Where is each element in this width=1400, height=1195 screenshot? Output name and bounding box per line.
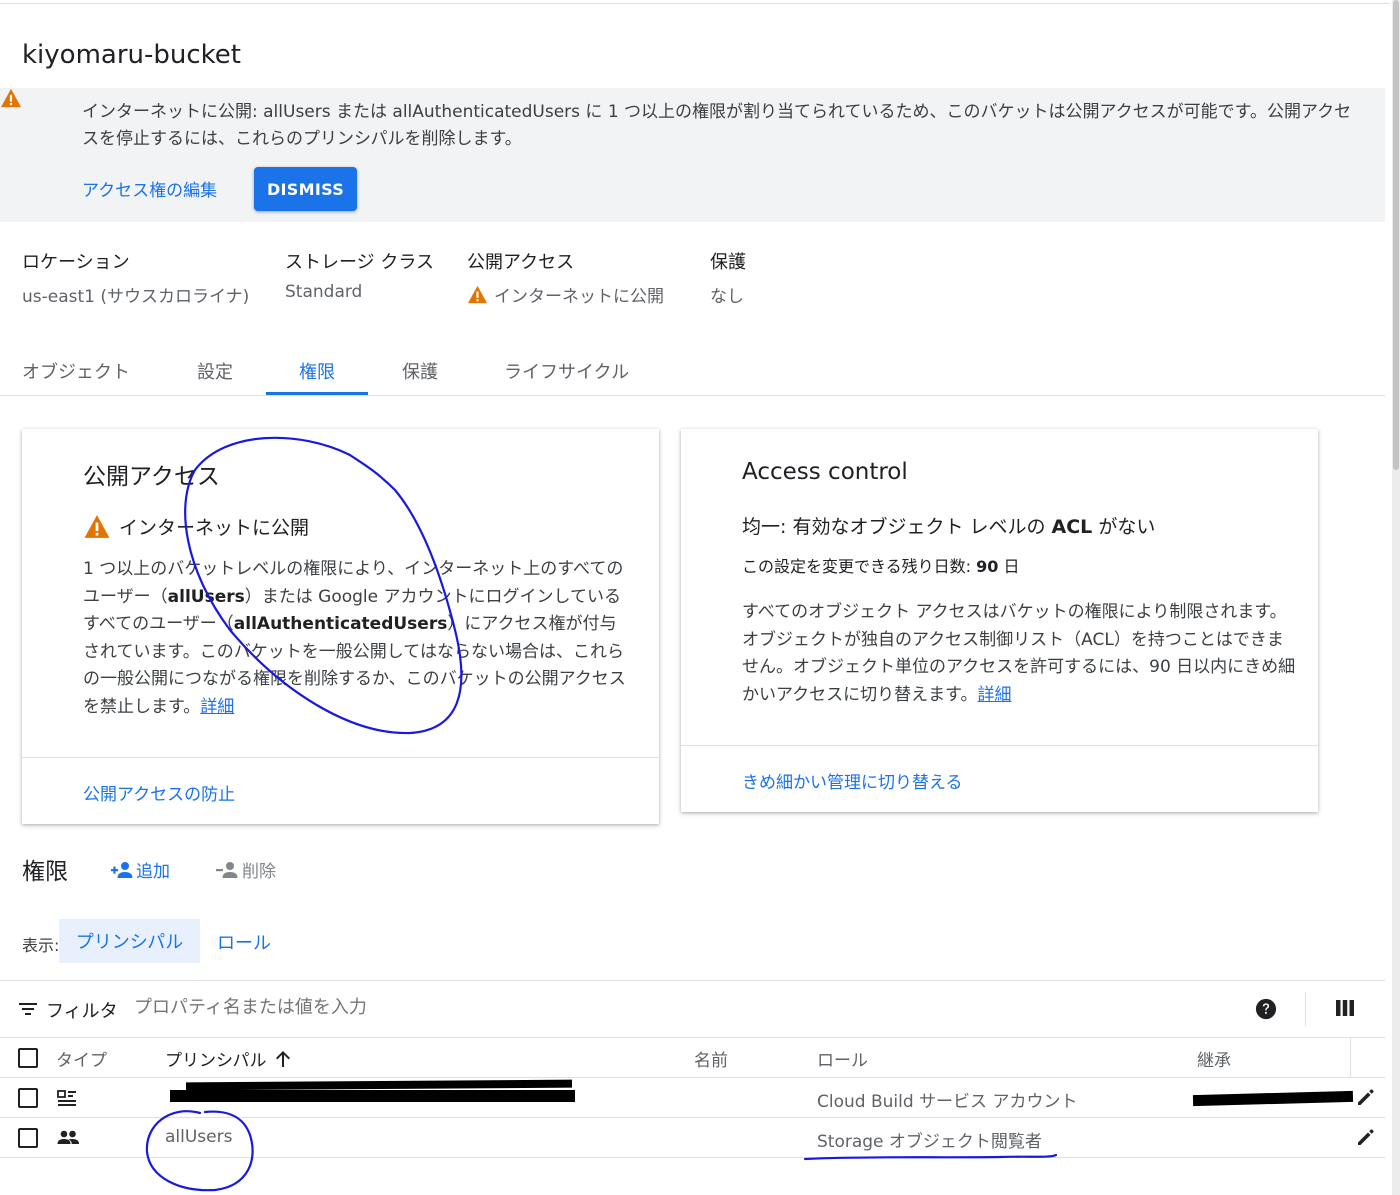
bucket-title: kiyomaru-bucket	[22, 40, 241, 70]
column-header-principal-label: プリンシパル	[165, 1051, 267, 1071]
permissions-title: 権限	[22, 859, 68, 885]
switch-to-fine-grained-button[interactable]: きめ細かい管理に切り替える	[742, 768, 963, 793]
tabs-divider	[0, 395, 1385, 396]
prevent-public-access-button[interactable]: 公開アクセスの防止	[83, 780, 235, 805]
card-divider	[22, 757, 659, 758]
protection-value: なし	[710, 287, 744, 307]
days-count: 90	[976, 557, 999, 576]
remove-principal-label: 削除	[242, 862, 276, 882]
public-access-status: インターネットに公開	[494, 287, 664, 307]
scrollbar-thumb[interactable]	[1393, 0, 1399, 470]
access-control-details-link[interactable]: 詳細	[977, 685, 1011, 705]
add-person-icon	[111, 861, 133, 878]
protection-label: 保護	[710, 252, 746, 273]
column-separator	[1350, 1038, 1351, 1078]
row-divider	[0, 1157, 1385, 1158]
warning-icon	[1, 88, 21, 108]
location-value: us-east1 (サウスカロライナ)	[22, 287, 250, 307]
view-by-principal-button[interactable]: プリンシパル	[59, 919, 200, 963]
days-text: 日	[998, 557, 1020, 576]
help-icon[interactable]	[1255, 998, 1277, 1020]
tab-lifecycle[interactable]: ライフサイクル	[504, 358, 629, 384]
remove-person-icon	[216, 861, 238, 878]
access-control-mode: 均一: 有効なオブジェクト レベルの ACL がない	[742, 512, 1155, 539]
principal-cell[interactable]: allUsers	[165, 1127, 232, 1147]
table-header-divider	[0, 1037, 1385, 1038]
tab-objects[interactable]: オブジェクト	[22, 358, 130, 384]
mode-text: 均一: 有効なオブジェクト レベルの	[742, 516, 1052, 538]
filter-icon[interactable]	[18, 1001, 38, 1017]
filter-divider	[0, 980, 1385, 981]
edit-icon[interactable]	[1356, 1087, 1376, 1107]
body-text: すべてのオブジェクト アクセスはバケットの権限により制限されます。オブジェクトが…	[742, 602, 1296, 705]
edit-icon[interactable]	[1356, 1127, 1376, 1147]
service-account-icon	[57, 1090, 76, 1106]
public-access-label: 公開アクセス	[467, 252, 575, 273]
column-display-icon[interactable]	[1336, 1000, 1354, 1016]
public-access-card: 公開アクセス インターネットに公開 1 つ以上のバケットレベルの権限により、イン…	[22, 429, 659, 824]
edit-access-link[interactable]: アクセス権の編集	[82, 176, 217, 201]
public-access-details-link[interactable]: 詳細	[200, 697, 234, 717]
public-access-value: インターネットに公開	[467, 282, 664, 307]
row-divider	[0, 1117, 1385, 1118]
filter-input[interactable]	[134, 997, 734, 1018]
warning-icon	[468, 285, 487, 304]
redaction-mark	[185, 1079, 573, 1091]
view-by-role-button[interactable]: ロール	[217, 929, 271, 955]
acl-term: ACL	[1051, 516, 1093, 538]
tab-protection[interactable]: 保護	[402, 358, 438, 384]
role-cell[interactable]: Cloud Build サービス アカウント	[817, 1087, 1077, 1112]
column-header-role[interactable]: ロール	[817, 1046, 868, 1071]
public-access-card-body: 1 つ以上のバケットレベルの権限により、インターネット上のすべてのユーザー（al…	[83, 556, 633, 721]
redaction-mark	[170, 1090, 575, 1102]
tab-configuration[interactable]: 設定	[197, 358, 233, 384]
page-scrollbar[interactable]	[1392, 0, 1400, 1195]
redaction-mark	[1192, 1090, 1354, 1107]
filter-label: フィルタ	[46, 1001, 118, 1022]
add-principal-label: 追加	[136, 862, 170, 882]
location-label: ロケーション	[22, 252, 130, 273]
public-access-card-status-text: インターネットに公開	[119, 517, 310, 539]
top-border	[0, 0, 1390, 4]
annotation-circle	[145, 1110, 254, 1192]
column-header-principal[interactable]: プリンシパル	[165, 1046, 291, 1071]
column-header-inherited[interactable]: 継承	[1197, 1046, 1231, 1071]
row-divider	[0, 1077, 1385, 1078]
all-authenticated-users-term: allAuthenticatedUsers	[233, 614, 448, 634]
dismiss-button[interactable]: DISMISS	[254, 167, 357, 211]
column-header-name[interactable]: 名前	[694, 1046, 728, 1071]
banner-message: インターネットに公開: allUsers または allAuthenticate…	[82, 102, 1352, 149]
toolbar-separator	[1305, 992, 1306, 1026]
row-checkbox[interactable]	[18, 1088, 38, 1108]
days-remaining: この設定を変更できる残り日数: 90 日	[742, 553, 1020, 577]
select-all-checkbox[interactable]	[18, 1048, 38, 1068]
role-cell[interactable]: Storage オブジェクト閲覧者	[817, 1127, 1042, 1152]
days-text: この設定を変更できる残り日数:	[742, 557, 977, 576]
remove-principal-button[interactable]: 削除	[215, 857, 276, 882]
row-checkbox[interactable]	[18, 1128, 38, 1148]
storage-class-label: ストレージ クラス	[285, 252, 435, 273]
access-control-card-title: Access control	[742, 459, 908, 485]
column-header-type[interactable]: タイプ	[56, 1046, 107, 1071]
storage-class-value: Standard	[285, 282, 363, 302]
access-control-card: Access control 均一: 有効なオブジェクト レベルの ACL がな…	[681, 429, 1318, 812]
public-access-card-status: インターネットに公開	[83, 513, 309, 540]
tab-permissions[interactable]: 権限	[299, 358, 335, 384]
mode-text: がない	[1092, 516, 1156, 538]
add-principal-button[interactable]: 追加	[110, 857, 170, 882]
access-control-card-body: すべてのオブジェクト アクセスはバケットの権限により制限されます。オブジェクトが…	[742, 599, 1298, 709]
warning-icon	[84, 515, 110, 538]
view-by-label: 表示:	[22, 936, 60, 955]
card-divider	[681, 745, 1318, 746]
sort-ascending-icon	[275, 1050, 290, 1067]
public-access-card-title: 公開アクセス	[83, 464, 220, 490]
all-users-term: allUsers	[167, 586, 245, 607]
group-icon	[57, 1130, 79, 1144]
